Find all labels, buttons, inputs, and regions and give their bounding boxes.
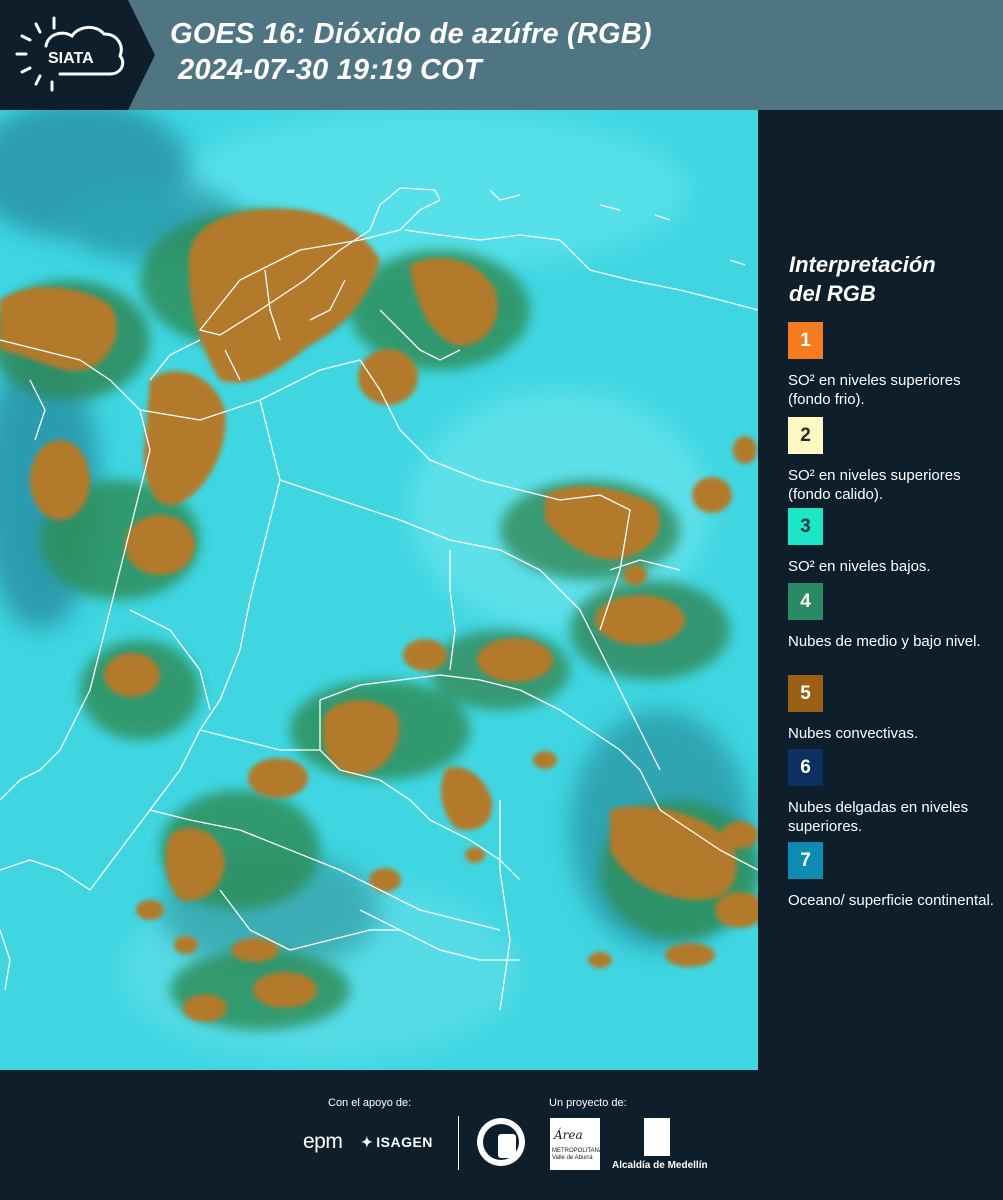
legend-number-7: 7 xyxy=(800,849,811,871)
seal-inner xyxy=(483,1124,519,1160)
legend-text-7: Oceano/ superficie continental. xyxy=(788,892,994,909)
legend-item-1: 1 SO² en niveles superiores (fondo frio)… xyxy=(788,322,998,409)
area-metropolitana-logo: Área METROPOLITANA Valle de Aburrá xyxy=(550,1118,603,1170)
legend-number-4: 4 xyxy=(800,590,811,612)
legend-swatch-7: 7 xyxy=(788,842,823,879)
logo-banner: SIATA xyxy=(0,0,155,110)
legend-text-6: Nubes delgadas en niveles superiores. xyxy=(788,799,969,835)
project-label: Un proyecto de: xyxy=(549,1097,627,1109)
seal-mark xyxy=(498,1134,516,1158)
legend-title-line-2: del RGB xyxy=(789,281,876,306)
legend-item-3: 3 SO² en niveles bajos. xyxy=(788,508,998,576)
legend-swatch-6: 6 xyxy=(788,749,823,786)
isagen-logo: ✦ ISAGEN xyxy=(361,1134,433,1151)
legend-swatch-4: 4 xyxy=(788,583,823,620)
area-logo-text: Área xyxy=(554,1128,583,1142)
legend-text-4: Nubes de medio y bajo nivel. xyxy=(788,633,981,650)
legend-item-5: 5 Nubes convectivas. xyxy=(788,675,998,743)
legend-item-2: 2 SO² en niveles superiores (fondo calid… xyxy=(788,417,998,510)
map-canvas xyxy=(0,110,758,1070)
legend-number-2: 2 xyxy=(800,424,811,446)
area-logo-sub: METROPOLITANA Valle de Aburrá xyxy=(552,1148,603,1161)
legend-item-4: 4 Nubes de medio y bajo nivel. xyxy=(788,583,998,651)
legend-title: Interpretación del RGB xyxy=(789,250,989,308)
satellite-map xyxy=(0,110,758,1070)
footer-divider xyxy=(458,1116,459,1170)
alcaldia-shield-icon xyxy=(644,1118,670,1156)
title-line-1: GOES 16: Dióxido de azúfre (RGB) xyxy=(170,18,652,50)
legend-number-6: 6 xyxy=(800,756,811,778)
footer: Con el apoyo de: Un proyecto de: epm ✦ IS… xyxy=(0,1070,1003,1200)
medellin-seal-icon xyxy=(477,1118,525,1166)
isagen-text: ISAGEN xyxy=(376,1134,433,1150)
legend-swatch-1: 1 xyxy=(788,322,823,359)
support-label: Con el apoyo de: xyxy=(328,1097,412,1109)
legend-item-6: 6 Nubes delgadas en niveles superiores. xyxy=(788,749,998,836)
legend-number-3: 3 xyxy=(800,515,811,537)
alcaldia-text: Alcaldía de Medellín xyxy=(612,1160,708,1171)
legend-number-5: 5 xyxy=(800,682,811,704)
legend-text-1: SO² en niveles superiores (fondo frio). xyxy=(788,372,961,408)
header-bar: SIATA GOES 16: Dióxido de azúfre (RGB) 2… xyxy=(0,0,1003,110)
legend-number-1: 1 xyxy=(800,329,811,351)
legend-text-3: SO² en niveles bajos. xyxy=(788,558,931,575)
legend-swatch-2: 2 xyxy=(788,417,823,454)
legend-text-2: SO² en niveles superiores (fondo calido)… xyxy=(788,467,961,503)
legend-item-7: 7 Oceano/ superficie continental. xyxy=(788,842,998,910)
logo-text: SIATA xyxy=(48,50,94,67)
legend-swatch-5: 5 xyxy=(788,675,823,712)
page-title: GOES 16: Dióxido de azúfre (RGB) 2024-07… xyxy=(170,16,652,88)
epm-logo: epm xyxy=(303,1130,343,1153)
legend-text-5: Nubes convectivas. xyxy=(788,725,919,742)
legend-swatch-3: 3 xyxy=(788,508,823,545)
legend-title-line-1: Interpretación xyxy=(789,252,936,277)
title-line-2: 2024-07-30 19:19 COT xyxy=(178,54,482,86)
legend-panel: Interpretación del RGB 1 SO² en niveles … xyxy=(758,110,1003,1070)
isagen-mark-icon: ✦ xyxy=(361,1134,374,1150)
